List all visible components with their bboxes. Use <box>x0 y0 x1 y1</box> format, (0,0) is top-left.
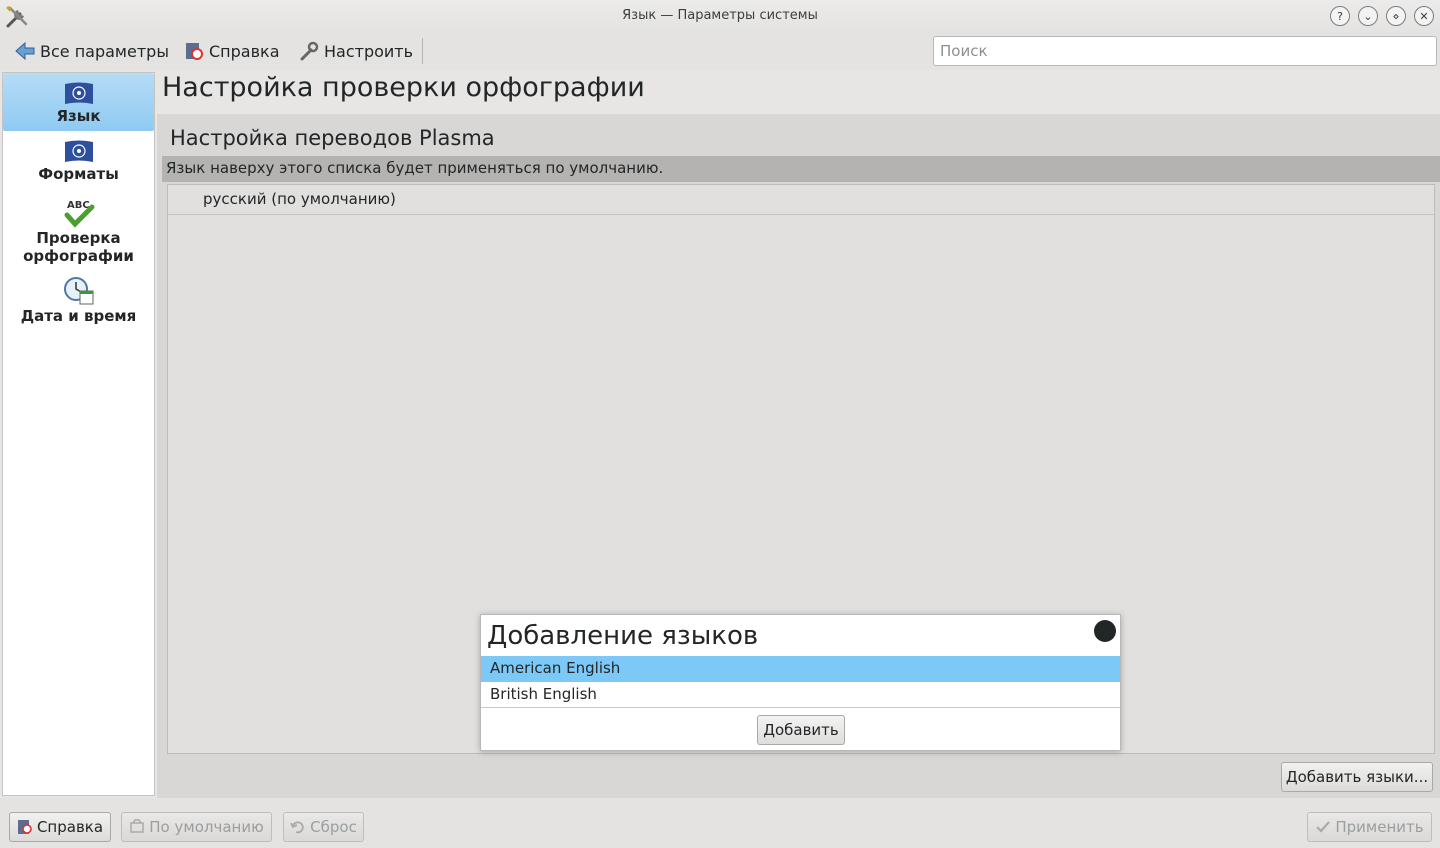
help-window-button[interactable]: ? <box>1330 6 1350 26</box>
popup-title: Добавление языков <box>487 621 759 651</box>
hint-text: Язык наверху этого списка будет применят… <box>162 156 1440 182</box>
page-title: Настройка проверки орфографии <box>162 72 645 103</box>
all-settings-button[interactable]: Все параметры <box>14 39 169 63</box>
undo-icon <box>290 821 304 834</box>
reset-label: Сброс <box>310 818 357 836</box>
apply-label: Применить <box>1335 818 1424 836</box>
close-icon[interactable] <box>1094 620 1116 642</box>
sidebar: Язык Форматы ABC Проверка орфографии Дат… <box>2 72 155 796</box>
help-label: Справка <box>209 41 280 61</box>
check-icon <box>1316 821 1331 833</box>
help-button[interactable]: Справка <box>9 812 111 842</box>
sidebar-item-label: Проверка орфографии <box>23 229 134 265</box>
reset-button[interactable]: Сброс <box>283 812 364 842</box>
maximize-button[interactable]: ⋄ <box>1386 6 1406 26</box>
list-item[interactable]: American English <box>481 656 1120 682</box>
sidebar-item-formats[interactable]: Форматы <box>3 139 154 193</box>
wrench-icon <box>298 40 320 62</box>
help-book-icon <box>17 820 32 834</box>
spellcheck-icon: ABC <box>64 200 94 228</box>
back-arrow-icon <box>14 40 36 62</box>
configure-button[interactable]: Настроить <box>298 39 413 63</box>
sidebar-item-datetime[interactable]: Дата и время <box>3 275 154 331</box>
help-toolbar-button[interactable]: Справка <box>183 39 280 63</box>
sidebar-item-spellcheck[interactable]: ABC Проверка орфографии <box>3 197 154 269</box>
toolbar-separator <box>422 38 423 64</box>
defaults-button[interactable]: По умолчанию <box>121 812 272 842</box>
apply-button[interactable]: Применить <box>1307 812 1432 842</box>
all-settings-label: Все параметры <box>40 41 169 61</box>
section-title: Настройка переводов Plasma <box>170 126 495 150</box>
add-languages-popup: Добавление языков American English Briti… <box>480 614 1121 751</box>
sidebar-item-label: Язык <box>56 107 101 125</box>
sidebar-item-label: Форматы <box>38 165 119 183</box>
search-input[interactable] <box>933 36 1437 66</box>
defaults-icon <box>130 819 145 833</box>
sidebar-item-language[interactable]: Язык <box>3 73 154 131</box>
help-book-icon <box>183 40 205 62</box>
window-title: Язык — Параметры системы <box>622 8 818 23</box>
popup-divider <box>481 707 1120 708</box>
defaults-label: По умолчанию <box>149 818 264 836</box>
sidebar-item-label: Дата и время <box>20 307 137 325</box>
un-flag-icon <box>64 140 93 162</box>
un-flag-icon <box>64 82 93 104</box>
minimize-button[interactable]: ⌄ <box>1358 6 1378 26</box>
close-button[interactable]: ✕ <box>1414 6 1434 26</box>
window-controls: ? ⌄ ⋄ ✕ <box>1330 6 1434 26</box>
help-label: Справка <box>36 818 104 836</box>
title-bar: Язык — Параметры системы ? ⌄ ⋄ ✕ <box>0 0 1440 32</box>
clock-calendar-icon <box>63 277 93 305</box>
configure-label: Настроить <box>324 41 414 61</box>
list-item[interactable]: British English <box>481 682 1120 708</box>
add-button[interactable]: Добавить <box>757 715 845 745</box>
add-languages-button[interactable]: Добавить языки... <box>1281 762 1433 792</box>
list-item[interactable]: русский (по умолчанию) <box>168 185 1434 215</box>
